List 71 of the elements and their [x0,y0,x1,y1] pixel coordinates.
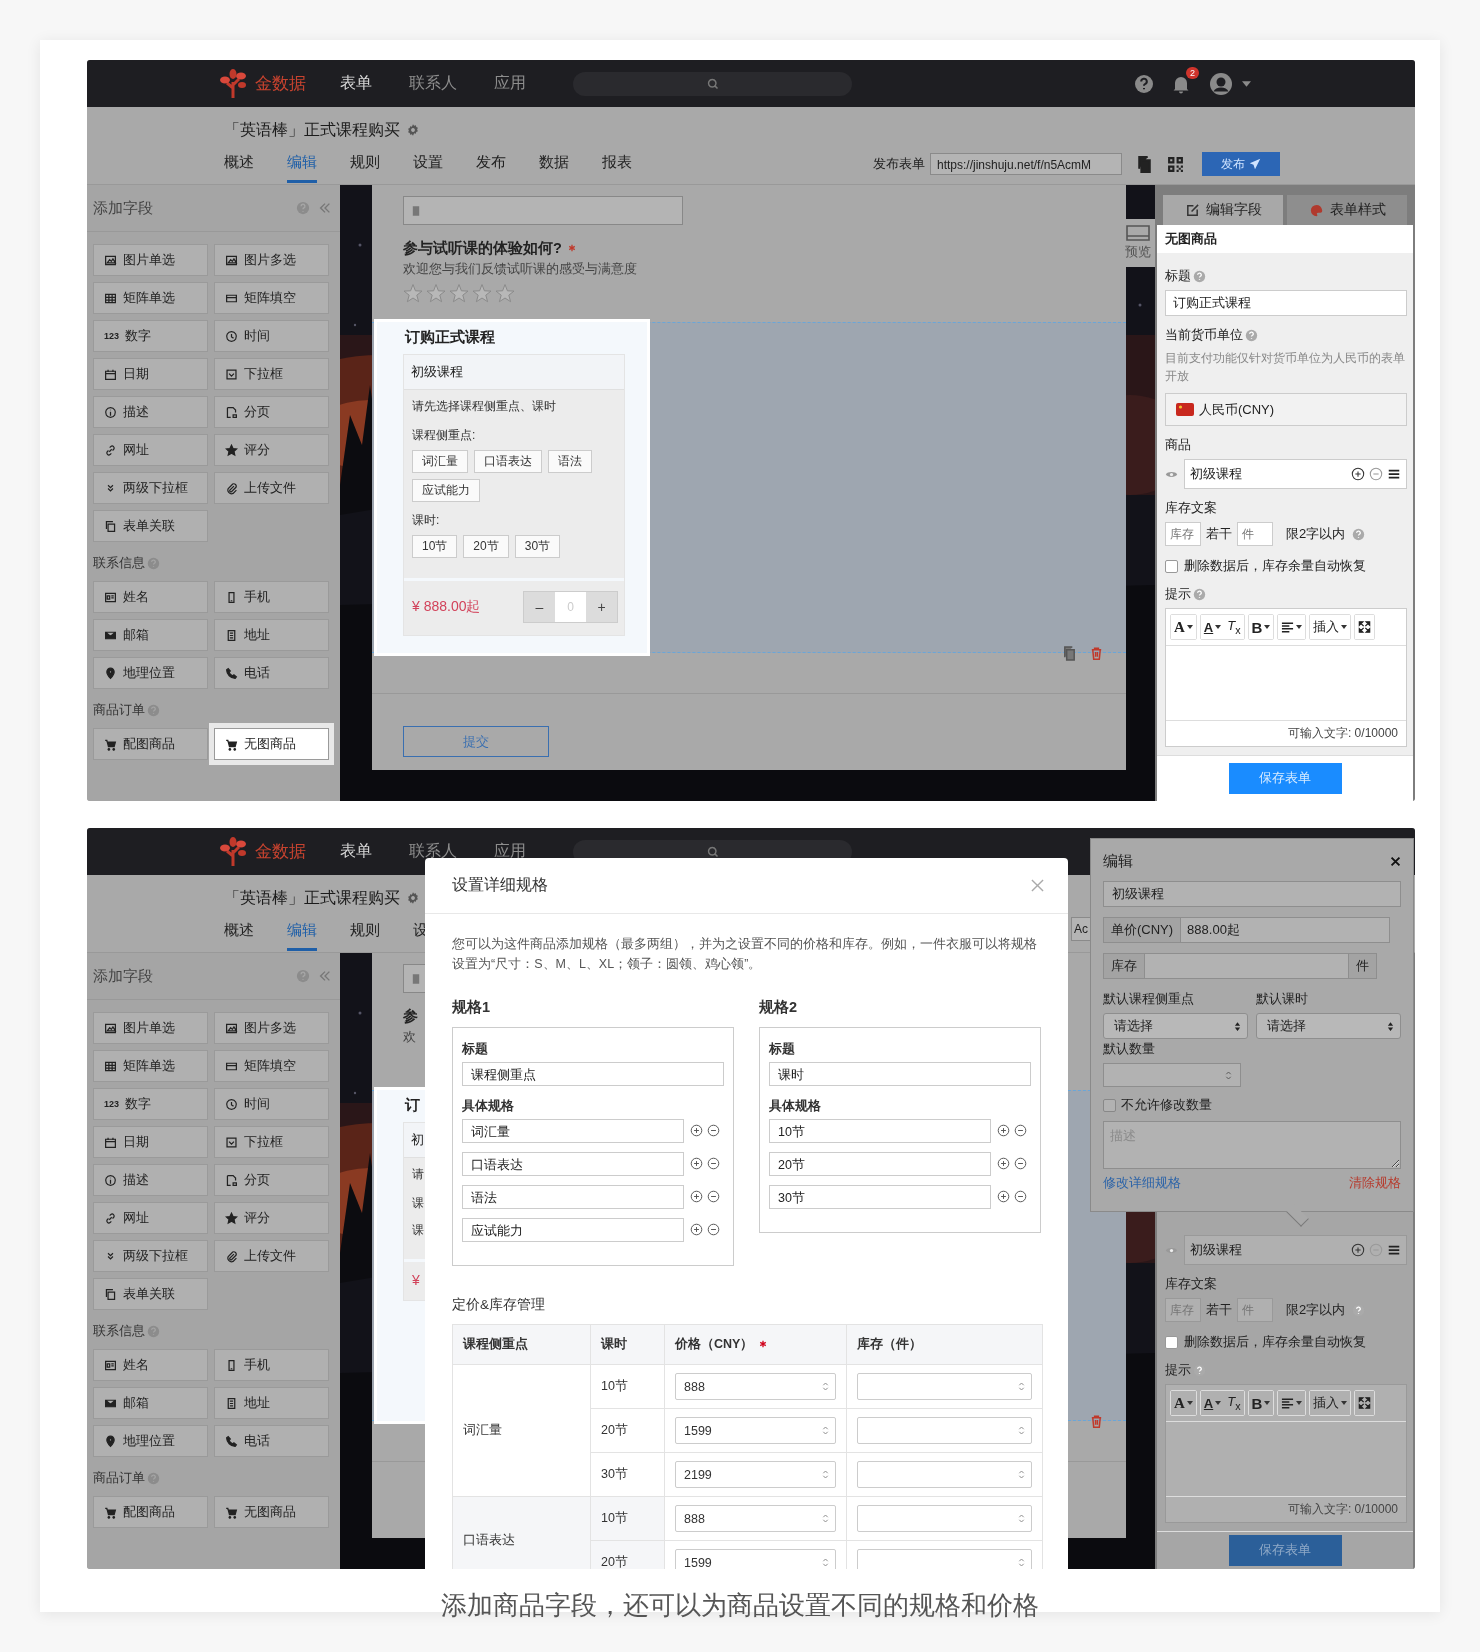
product-price: ¥ [412,1272,420,1288]
field-title: 订 [405,1096,420,1115]
column-header: 价格（CNY） [675,1337,754,1351]
section-heading: 联系信息 [93,1322,145,1340]
dialog-title: 设置详细规格 [452,875,548,895]
caption: 添加商品字段，还可以为商品设置不同的规格和价格 [440,1589,1040,1622]
product-name: 初 [411,1132,424,1147]
option-group-label: 课 [412,1195,424,1212]
number-glyph: 123 [104,1099,120,1109]
field-label: 默认数量 [1103,1041,1156,1058]
table-cell: 口语表达 [463,1533,515,1547]
section-heading: 商品订单 [93,1469,145,1487]
option-group-label: 课程侧重点: [412,427,476,444]
field-label: 商品 [1165,436,1191,454]
table-cell: 词汇量 [463,1423,502,1437]
sidebar-title: 添加字段 [93,198,153,218]
question-description: 欢 [403,1029,416,1046]
option-group-label: 课 [412,1222,424,1239]
character-counter: 可输入文字: 0/10000 [1166,1496,1406,1522]
question-title: 参与试听课的体验如何? [403,238,562,258]
field-label: 标题 [1165,267,1191,285]
product-price: ¥ 888.00起 [412,598,481,616]
section-heading: 商品订单 [93,701,145,719]
form-title: 「英语棒」正式课程购买 [224,119,400,140]
product-name: 初级课程 [411,364,463,379]
checkbox-label: 删除数据后，库存余量自动恢复 [1184,1334,1366,1351]
column-header: 课程侧重点 [463,1337,528,1351]
field-label: 具体规格 [462,1098,515,1115]
product-prompt: 请 [412,1166,424,1183]
question-title: 参 [403,1006,418,1026]
form-title: 「英语棒」正式课程购买 [224,887,400,908]
checkbox-label: 不允许修改数量 [1121,1097,1212,1114]
table-cell: 20节 [601,1423,628,1437]
field-label: 库存文案 [1165,499,1217,517]
field-label: 标题 [462,1041,489,1058]
field-label: 标题 [769,1041,796,1058]
question-description: 欢迎您与我们反馈试听课的感受与满意度 [403,261,637,278]
field-label: 库存文案 [1165,1275,1217,1293]
currency-note: 目前支付功能仅针对货币单位为人民币的表单开放 [1165,350,1406,385]
publish-label: 发布表单 [873,155,925,173]
length-note: 限2字以内 [1286,525,1346,543]
number-glyph: 123 [104,331,120,341]
notification-badge: 2 [1186,66,1199,79]
popover-title: 编辑 [1103,851,1133,871]
field-label: 提示 [1165,585,1191,603]
product-prompt: 请先选择课程侧重点、课时 [412,398,556,415]
dialog-intro: 您可以为这件商品添加规格（最多两组），并为之设置不同的价格和库存。例如，一件衣服可以将规格设置为“尺寸：S、M、L、XL；领子：圆领、鸡心领”。 [452,936,1038,973]
pricing-heading: 定价&库存管理 [452,1296,546,1314]
spec-heading: 规格1 [452,998,492,1017]
character-counter: 可输入文字: 0/10000 [1166,720,1406,746]
field-label: 当前货币单位 [1165,326,1243,344]
sidebar-title: 添加字段 [93,966,153,986]
table-cell: 30节 [601,1467,628,1481]
checkbox-label: 删除数据后，库存余量自动恢复 [1184,558,1366,575]
stock-amount-text: 若干 [1206,525,1232,543]
column-header: 课时 [601,1337,627,1351]
field-label: 默认课程侧重点 [1103,991,1195,1008]
table-cell: 10节 [601,1511,628,1525]
field-label: 提示 [1165,1361,1191,1379]
length-note: 限2字以内 [1286,1301,1346,1319]
panel-title: 无图商品 [1164,230,1218,248]
stock-amount-text: 若干 [1206,1301,1232,1319]
spec-heading: 规格2 [759,998,799,1017]
field-label: 默认课时 [1256,991,1309,1008]
field-title: 订购正式课程 [405,328,495,347]
column-header: 库存（件） [857,1337,922,1351]
section-heading: 联系信息 [93,554,145,572]
field-label: 具体规格 [769,1098,822,1115]
table-cell: 20节 [601,1555,628,1569]
option-group-label: 课时: [412,512,440,529]
table-cell: 10节 [601,1379,628,1393]
